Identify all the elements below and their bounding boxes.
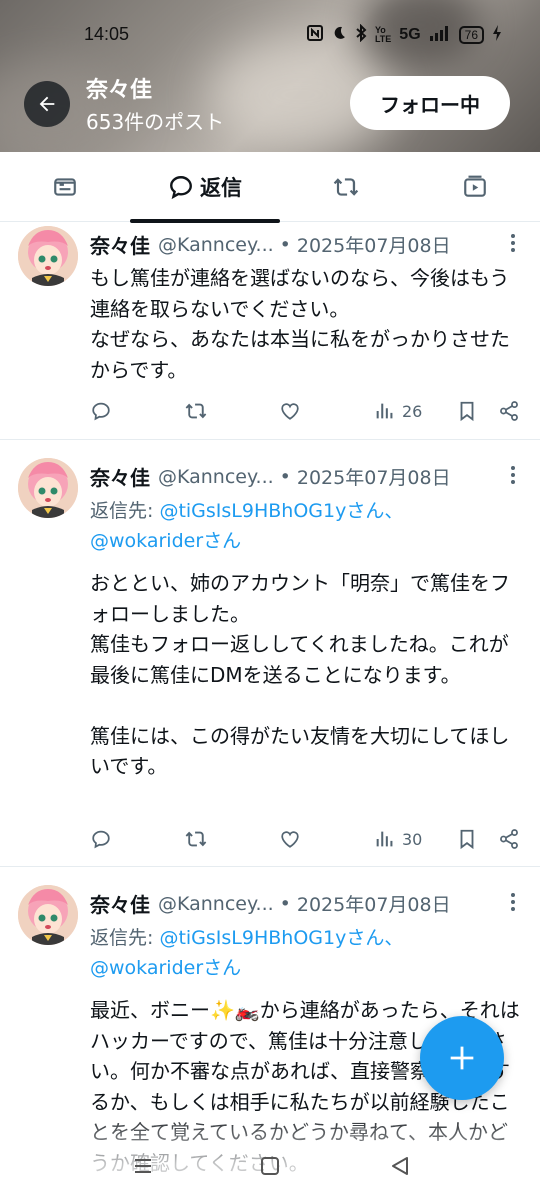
- share-button[interactable]: [498, 824, 520, 854]
- media-icon: [464, 175, 486, 197]
- triangle-back-icon: [392, 1157, 408, 1175]
- bookmark-icon: [460, 829, 474, 850]
- avatar[interactable]: [18, 885, 78, 945]
- reply-mention-link[interactable]: @tiGsIsL9HBhOG1yさん、: [159, 927, 403, 949]
- home-button[interactable]: [258, 1154, 282, 1178]
- bookmark-button[interactable]: [456, 396, 478, 426]
- post-date[interactable]: 2025年07月08日: [297, 231, 451, 258]
- repost-icon: [333, 178, 359, 196]
- tab-replies-label: 返信: [200, 176, 242, 200]
- view-count: 30: [402, 829, 423, 849]
- post-actions: 26: [90, 396, 522, 426]
- post-header: 奈々佳 @Kanncey... • 2025年07月08日: [90, 889, 451, 918]
- bookmark-button[interactable]: [456, 824, 478, 854]
- post-actions: 30: [90, 824, 522, 854]
- avatar[interactable]: [18, 226, 78, 286]
- separator-dot: •: [279, 465, 291, 488]
- volte-icon: Yo LTE: [374, 24, 392, 44]
- heart-icon: [281, 831, 299, 848]
- views-button[interactable]: 30: [374, 824, 422, 854]
- replying-to-label: 返信先:: [90, 927, 160, 949]
- profile-name: 奈々佳: [86, 78, 153, 103]
- heart-icon: [281, 403, 299, 420]
- square-icon: [261, 1157, 279, 1175]
- share-icon: [500, 401, 518, 421]
- replying-to: 返信先: @tiGsIsL9HBhOG1yさん、 @wokariderさん: [90, 923, 520, 983]
- analytics-icon: [376, 831, 393, 847]
- post-date[interactable]: 2025年07月08日: [297, 463, 451, 490]
- repost-icon: [185, 831, 207, 847]
- avatar[interactable]: [18, 458, 78, 518]
- arrow-left-icon: [39, 96, 55, 112]
- nfc-icon: [306, 25, 323, 44]
- repost-button[interactable]: [185, 396, 207, 426]
- 5g-icon: 5G: [399, 25, 421, 43]
- status-time: 14:05: [84, 24, 130, 44]
- author-handle[interactable]: @Kanncey...: [158, 234, 274, 256]
- repost-icon: [185, 403, 207, 419]
- post-count: 653件のポスト: [86, 110, 225, 134]
- reply-icon: [92, 830, 110, 849]
- bookmark-icon: [460, 401, 474, 422]
- system-back-button[interactable]: [388, 1154, 412, 1178]
- plus-icon: [450, 1046, 474, 1070]
- separator-dot: •: [279, 892, 291, 915]
- separator-dot: •: [279, 233, 291, 256]
- reply-icon: [92, 402, 110, 421]
- reply-bubble-icon: [170, 176, 192, 200]
- analytics-icon: [376, 403, 393, 419]
- author-handle[interactable]: @Kanncey...: [158, 893, 274, 915]
- post-date[interactable]: 2025年07月08日: [297, 890, 451, 917]
- reply-mention-link[interactable]: @tiGsIsL9HBhOG1yさん、: [159, 500, 403, 522]
- reply-button[interactable]: [90, 824, 112, 854]
- tab-replies[interactable]: 返信: [130, 152, 280, 223]
- share-icon: [500, 829, 518, 849]
- replying-to-label: 返信先:: [90, 500, 160, 522]
- repost-button[interactable]: [185, 824, 207, 854]
- post-header: 奈々佳 @Kanncey... • 2025年07月08日: [90, 230, 451, 259]
- bluetooth-icon: [355, 23, 367, 45]
- author-name[interactable]: 奈々佳: [90, 889, 150, 918]
- share-button[interactable]: [498, 396, 520, 426]
- profile-tabs: 返信: [0, 152, 540, 223]
- posts-icon: [54, 178, 76, 196]
- replying-to: 返信先: @tiGsIsL9HBhOG1yさん、 @wokariderさん: [90, 496, 520, 556]
- back-button[interactable]: [24, 81, 70, 127]
- author-name[interactable]: 奈々佳: [90, 230, 150, 259]
- post-header: 奈々佳 @Kanncey... • 2025年07月08日: [90, 462, 451, 491]
- profile-header-banner: 14:05 Yo LTE 5G 76 奈々佳 653件のポスト フォロー中: [0, 0, 540, 152]
- recent-apps-button[interactable]: [131, 1154, 155, 1178]
- reply-button[interactable]: [90, 396, 112, 426]
- status-bar: 14:05 Yo LTE 5G 76: [0, 22, 540, 48]
- like-button[interactable]: [279, 396, 301, 426]
- like-button[interactable]: [279, 824, 301, 854]
- following-button[interactable]: フォロー中: [350, 76, 510, 130]
- status-icons: Yo LTE 5G 76: [306, 23, 502, 45]
- compose-button[interactable]: [420, 1016, 504, 1100]
- author-handle[interactable]: @Kanncey...: [158, 466, 274, 488]
- system-navigation-bar: [0, 1148, 540, 1184]
- battery-icon: 76: [458, 25, 484, 44]
- more-options-icon[interactable]: [510, 893, 516, 911]
- menu-lines-icon: [135, 1159, 151, 1173]
- reply-mention-link[interactable]: @wokariderさん: [90, 530, 241, 552]
- charging-icon: [492, 25, 502, 44]
- tab-reposts[interactable]: [320, 152, 372, 222]
- post-item[interactable]: 奈々佳 @Kanncey... • 2025年07月08日 もし篤佳が連絡を選ば…: [0, 222, 540, 440]
- signal-icon: [429, 25, 451, 44]
- author-name[interactable]: 奈々佳: [90, 462, 150, 491]
- post-text: おととい、姉のアカウント「明奈」で篤佳をフォローしました。 篤佳もフォロー返しし…: [90, 571, 510, 778]
- post-text: もし篤佳が連絡を選ばないのなら、今後はもう連絡を取らないでください。 なぜなら、…: [90, 266, 510, 382]
- view-count: 26: [402, 401, 423, 421]
- reply-mention-link[interactable]: @wokariderさん: [90, 957, 241, 979]
- tab-posts[interactable]: [40, 152, 90, 222]
- more-options-icon[interactable]: [510, 466, 516, 484]
- more-options-icon[interactable]: [510, 234, 516, 252]
- moon-icon: [331, 25, 347, 44]
- views-button[interactable]: 26: [374, 396, 422, 426]
- post-item[interactable]: 奈々佳 @Kanncey... • 2025年07月08日 返信先: @tiGs…: [0, 440, 540, 867]
- tab-media[interactable]: [450, 152, 500, 222]
